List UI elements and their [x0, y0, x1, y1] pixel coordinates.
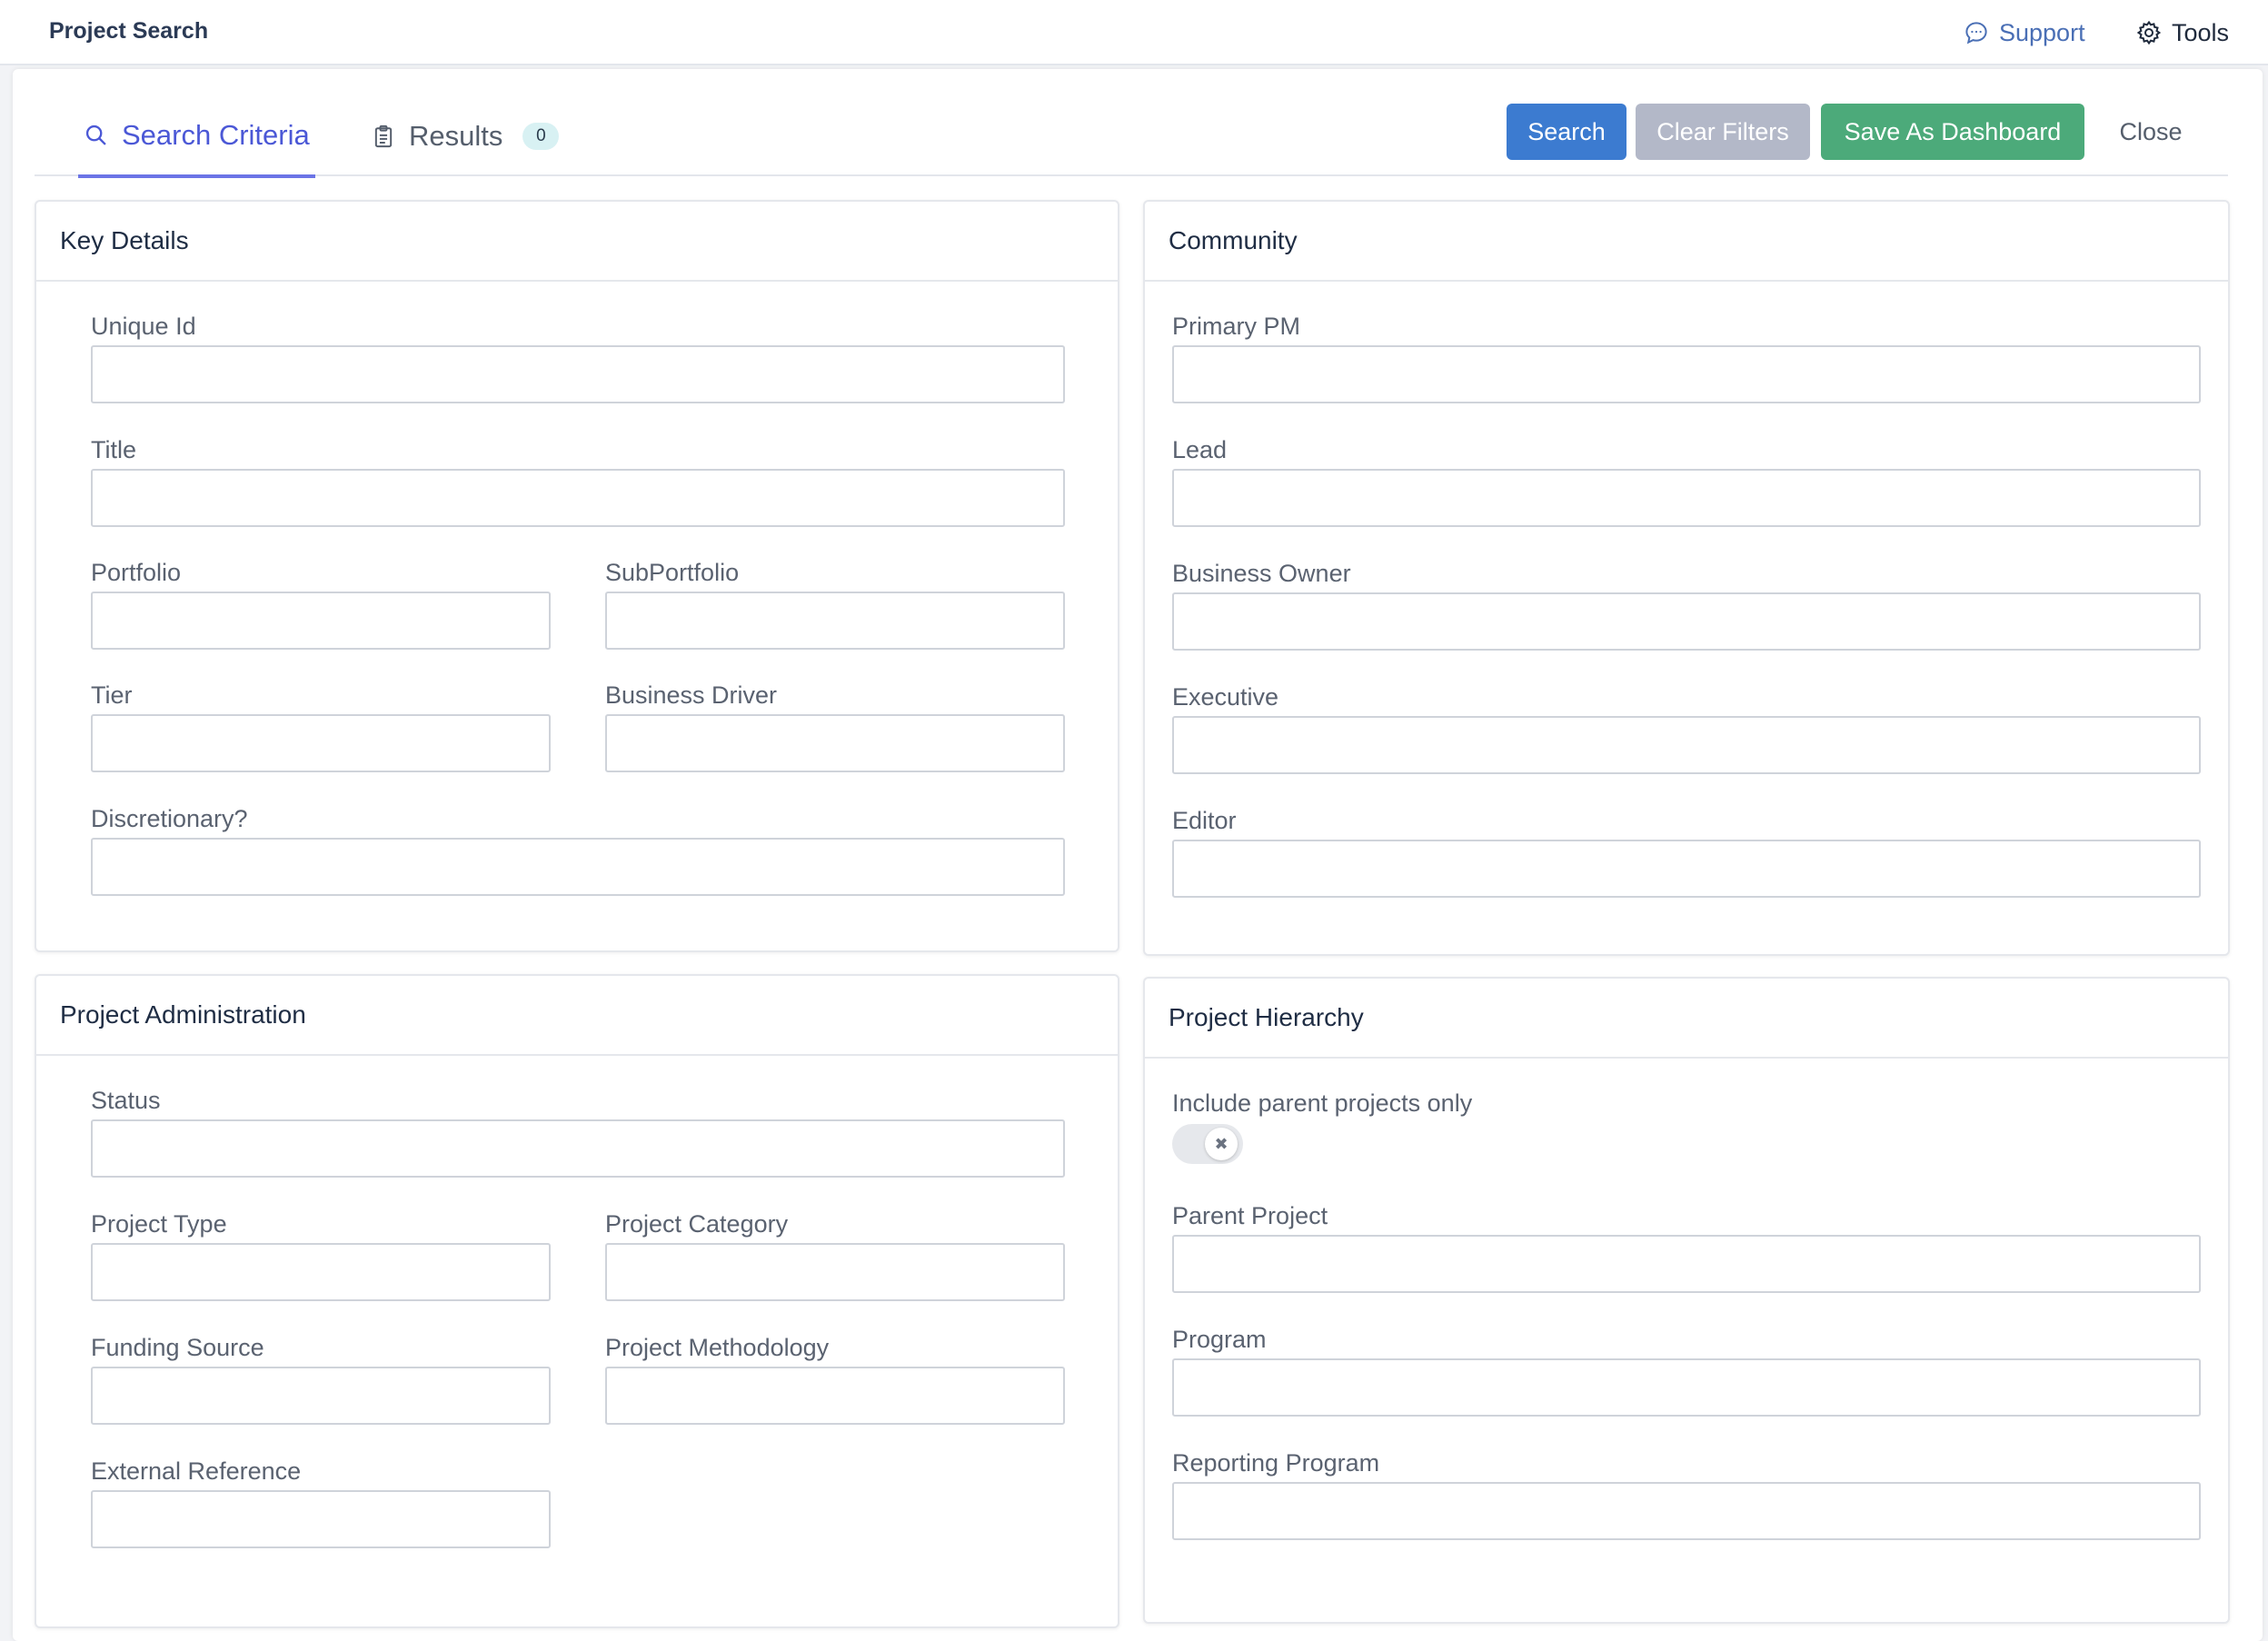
- tools-link[interactable]: Tools: [2135, 16, 2229, 49]
- search-icon: [85, 124, 106, 145]
- project-category-input[interactable]: [605, 1243, 1065, 1301]
- lead-input[interactable]: [1172, 469, 2201, 527]
- support-label: Support: [1999, 18, 2085, 46]
- parent-project-input[interactable]: [1172, 1235, 2201, 1293]
- portfolio-label: Portfolio: [91, 559, 182, 586]
- project-methodology-input[interactable]: [605, 1367, 1065, 1425]
- project-type-label: Project Type: [91, 1210, 227, 1238]
- reporting-program-label: Reporting Program: [1172, 1449, 1380, 1477]
- parent-project-label: Parent Project: [1172, 1202, 1328, 1229]
- key-details-title: Key Details: [36, 202, 1118, 282]
- external-reference-input[interactable]: [91, 1490, 551, 1548]
- business-driver-input[interactable]: [605, 714, 1065, 772]
- tier-input[interactable]: [91, 714, 551, 772]
- program-label: Program: [1172, 1326, 1267, 1353]
- subportfolio-label: SubPortfolio: [605, 559, 740, 586]
- tab-search-criteria-label: Search Criteria: [122, 119, 310, 151]
- primary-pm-label: Primary PM: [1172, 313, 1300, 340]
- tier-label: Tier: [91, 681, 133, 709]
- business-driver-label: Business Driver: [605, 681, 778, 709]
- top-bar: Project Search Support Tools: [0, 0, 2268, 65]
- tab-search-criteria[interactable]: Search Criteria: [78, 96, 315, 178]
- editor-input[interactable]: [1172, 840, 2201, 898]
- project-administration-title: Project Administration: [36, 976, 1118, 1056]
- unique-id-label: Unique Id: [91, 313, 196, 340]
- unique-id-input[interactable]: [91, 345, 1065, 403]
- portfolio-input[interactable]: [91, 592, 551, 650]
- subportfolio-input[interactable]: [605, 592, 1065, 650]
- discretionary-input[interactable]: [91, 838, 1065, 896]
- project-type-input[interactable]: [91, 1243, 551, 1301]
- title-label: Title: [91, 436, 137, 463]
- reporting-program-input[interactable]: [1172, 1482, 2201, 1540]
- clipboard-icon: [374, 124, 393, 148]
- lead-label: Lead: [1172, 436, 1228, 463]
- community-title: Community: [1145, 202, 2228, 282]
- status-input[interactable]: [91, 1119, 1065, 1178]
- project-methodology-label: Project Methodology: [605, 1334, 830, 1361]
- project-hierarchy-title: Project Hierarchy: [1145, 979, 2228, 1059]
- community-panel: Community Primary PM Lead Business Owner…: [1143, 200, 2230, 956]
- funding-source-input[interactable]: [91, 1367, 551, 1425]
- executive-label: Executive: [1172, 683, 1279, 711]
- search-button[interactable]: Search: [1507, 104, 1626, 160]
- project-administration-panel: Project Administration Status Project Ty…: [35, 974, 1119, 1628]
- results-count-badge: 0: [522, 123, 560, 150]
- executive-input[interactable]: [1172, 716, 2201, 774]
- save-as-dashboard-button[interactable]: Save As Dashboard: [1821, 104, 2084, 160]
- gear-icon: [2136, 20, 2162, 45]
- chat-bubble-icon: [1965, 22, 1987, 45]
- editor-label: Editor: [1172, 807, 1237, 834]
- program-input[interactable]: [1172, 1358, 2201, 1417]
- external-reference-label: External Reference: [91, 1457, 302, 1485]
- app-title: Project Search: [49, 18, 209, 44]
- project-category-label: Project Category: [605, 1210, 789, 1238]
- business-owner-label: Business Owner: [1172, 560, 1351, 587]
- tab-results-label: Results: [409, 120, 503, 152]
- key-details-panel: Key Details Unique Id Title Portfolio Su…: [35, 200, 1119, 952]
- status-label: Status: [91, 1087, 161, 1114]
- project-hierarchy-panel: Project Hierarchy Include parent project…: [1143, 977, 2230, 1624]
- close-button[interactable]: Close: [2092, 104, 2210, 160]
- main-card: Search Criteria Results 0 Search Clear F…: [13, 69, 2263, 1641]
- business-owner-input[interactable]: [1172, 592, 2201, 651]
- tools-label: Tools: [2172, 18, 2230, 46]
- parent-only-toggle[interactable]: ✖: [1172, 1124, 1243, 1164]
- clear-filters-button[interactable]: Clear Filters: [1636, 104, 1810, 160]
- discretionary-label: Discretionary?: [91, 805, 248, 832]
- support-link[interactable]: Support: [1963, 16, 2085, 49]
- toggle-off-icon: ✖: [1205, 1128, 1238, 1160]
- tab-results[interactable]: Results 0: [371, 96, 560, 176]
- title-input[interactable]: [91, 469, 1065, 527]
- funding-source-label: Funding Source: [91, 1334, 264, 1361]
- parent-only-label: Include parent projects only: [1172, 1089, 1473, 1117]
- primary-pm-input[interactable]: [1172, 345, 2201, 403]
